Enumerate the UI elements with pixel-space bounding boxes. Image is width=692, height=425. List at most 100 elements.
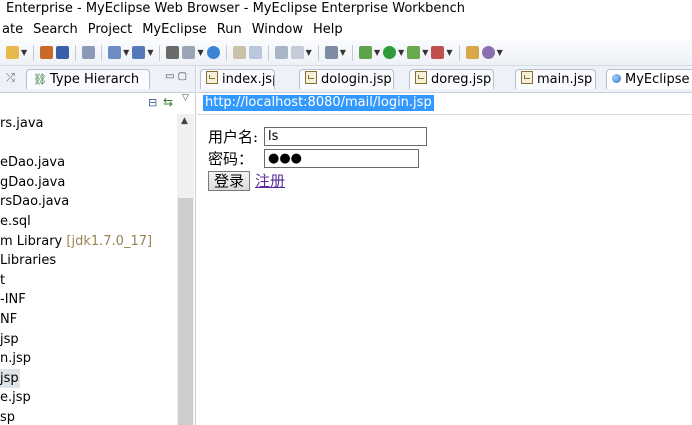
build-icon[interactable]	[166, 44, 180, 62]
tree-item[interactable]: NF	[0, 310, 176, 330]
scrollbar-thumb[interactable]	[178, 198, 193, 425]
tab-label: main.jsp	[537, 72, 593, 87]
jsp-file-icon	[305, 71, 317, 84]
project-tree: rs.java eDao.java gDao.java rsDao.java e…	[0, 114, 176, 425]
tree-item[interactable]: rs.java	[0, 114, 176, 134]
hierarchy-icon: ⛓	[33, 73, 47, 86]
register-link[interactable]: 注册	[255, 172, 285, 190]
inspect-icon[interactable]: ▼	[290, 44, 312, 62]
tree-item-selected[interactable]: jsp	[0, 368, 20, 389]
jsp-file-icon	[206, 71, 218, 84]
menu-item-project[interactable]: Project	[88, 20, 132, 40]
username-row: 用户名:	[208, 126, 427, 148]
tree-item[interactable]: e.jsp	[0, 388, 176, 408]
view-close-icon[interactable]: ⤮	[6, 71, 15, 85]
open-type-icon[interactable]	[465, 44, 479, 62]
username-input[interactable]	[264, 127, 427, 146]
toolbar-separator	[101, 44, 103, 61]
tree-item[interactable]: Libraries	[0, 251, 176, 271]
tree-item[interactable]: gDao.java	[0, 173, 176, 193]
globe-icon[interactable]	[206, 44, 220, 62]
minimize-maximize-icon[interactable]: ▭ ▢	[165, 71, 187, 82]
login-form: 用户名: 密码： 登录注册	[208, 126, 427, 194]
browser-address-bar[interactable]: http://localhost:8080/mail/login.jsp	[197, 92, 692, 115]
tab-dologin-jsp[interactable]: dologin.jsp	[299, 69, 394, 89]
tree-item[interactable]: jsp	[0, 330, 176, 350]
tree-item[interactable]: e.sql	[0, 212, 176, 232]
menu-item-run[interactable]: Run	[217, 20, 242, 40]
view-menu-chevron-icon[interactable]: ▽	[182, 93, 189, 103]
toolbar-separator	[159, 44, 161, 61]
toolbar-separator	[317, 44, 319, 61]
tree-item[interactable]: m Library [jdk1.7.0_17]	[0, 232, 176, 252]
toolbar-separator	[75, 44, 77, 61]
left-panel-tools: ⊟ ⇆ ▽	[0, 93, 195, 115]
jsp-file-icon	[521, 71, 533, 84]
tree-item[interactable]: t	[0, 271, 176, 291]
collapse-all-icon[interactable]: ⊟	[148, 96, 157, 109]
menu-item-myeclipse[interactable]: MyEclipse	[142, 20, 207, 40]
tab-main-jsp[interactable]: main.jsp	[515, 69, 596, 89]
wizard-icon[interactable]: ▼	[108, 44, 129, 62]
tree-item[interactable]: -INF	[0, 290, 176, 310]
editor-tabs: index.jsp dologin.jsp doreg.jsp main.jsp…	[197, 66, 692, 93]
script-icon[interactable]: ▼	[182, 44, 204, 62]
toolbar-separator	[458, 44, 460, 61]
menu-bar: ate Search Project MyEclipse Run Window …	[0, 20, 692, 40]
tree-item[interactable]: n.jsp	[0, 349, 176, 369]
password-input[interactable]	[264, 149, 419, 168]
toolbar-separator	[351, 44, 353, 61]
wizard2-icon[interactable]: ▼	[132, 44, 153, 62]
menu-item-help[interactable]: Help	[313, 20, 343, 40]
tab-label: index.jsp	[222, 72, 275, 87]
tab-myeclipse-browser[interactable]: MyEclipse	[606, 69, 692, 89]
left-panel-tabs: ⤮ ⛓ Type Hierarch ▭ ▢	[0, 66, 195, 93]
coverage-icon[interactable]: ▼	[407, 44, 428, 62]
main-toolbar: ▼ ▼ ▼ ▼ ▼ ▼ ▼ ▼ ▼ ▼ ▼	[0, 40, 692, 66]
scroll-up-icon[interactable]: ▲	[181, 116, 188, 126]
login-button[interactable]: 登录	[208, 171, 251, 191]
toolbar-separator	[33, 44, 35, 61]
tab-type-hierarchy[interactable]: ⛓ Type Hierarch	[26, 69, 150, 89]
window-title: Enterprise - MyEclipse Web Browser - MyE…	[6, 1, 466, 16]
tab-doreg-jsp[interactable]: doreg.jsp	[409, 69, 494, 89]
password-row: 密码：	[208, 148, 419, 170]
tab-index-jsp[interactable]: index.jsp	[200, 69, 275, 89]
monitor-icon[interactable]: ▼	[324, 44, 346, 62]
tree-item-decoration: [jdk1.7.0_17]	[66, 233, 153, 249]
external-tools-icon[interactable]: ▼	[431, 44, 453, 62]
toolbar-separator	[225, 44, 227, 61]
menu-item-search[interactable]: Search	[33, 20, 78, 40]
tab-type-hierarchy-label: Type Hierarch	[49, 72, 140, 87]
url-input[interactable]: http://localhost:8080/mail/login.jsp	[203, 95, 434, 111]
editor-area: index.jsp dologin.jsp doreg.jsp main.jsp…	[197, 66, 692, 425]
tree-item[interactable]: rsDao.java	[0, 192, 176, 212]
table-icon[interactable]	[274, 44, 288, 62]
actions-row: 登录 注册	[208, 170, 285, 194]
tree-item-label: m Library	[0, 233, 63, 249]
menu-item-window[interactable]: Window	[252, 20, 303, 40]
menu-item-edit-partial[interactable]: ate	[2, 20, 23, 40]
link-with-editor-icon[interactable]: ⇆	[163, 95, 173, 109]
tree-scrollbar[interactable]: ▲	[177, 114, 194, 425]
clean-icon[interactable]	[232, 44, 246, 62]
refresh-icon[interactable]	[248, 44, 262, 62]
tree-item[interactable]	[0, 134, 176, 154]
jsp-file-icon	[415, 71, 427, 84]
tab-label: MyEclipse	[625, 72, 690, 87]
globe-icon	[612, 74, 621, 83]
tab-label: dologin.jsp	[321, 72, 392, 87]
tab-label: doreg.jsp	[431, 72, 492, 87]
password-label: 密码：	[208, 150, 254, 168]
debug-icon[interactable]: ▼	[358, 44, 380, 62]
deploy-icon[interactable]	[82, 44, 96, 62]
tree-item[interactable]: sp	[0, 408, 176, 425]
search-icon[interactable]: ▼	[481, 44, 503, 62]
package-explorer-panel: ⤮ ⛓ Type Hierarch ▭ ▢ ⊟ ⇆ ▽ rs.java eDao.…	[0, 66, 196, 425]
new-icon[interactable]: ▼	[6, 44, 27, 62]
tree-item[interactable]: eDao.java	[0, 153, 176, 173]
package-icon[interactable]	[40, 44, 54, 62]
server-icon[interactable]	[56, 44, 70, 62]
toolbar-separator	[267, 44, 269, 61]
run-icon[interactable]: ▼	[383, 44, 404, 62]
